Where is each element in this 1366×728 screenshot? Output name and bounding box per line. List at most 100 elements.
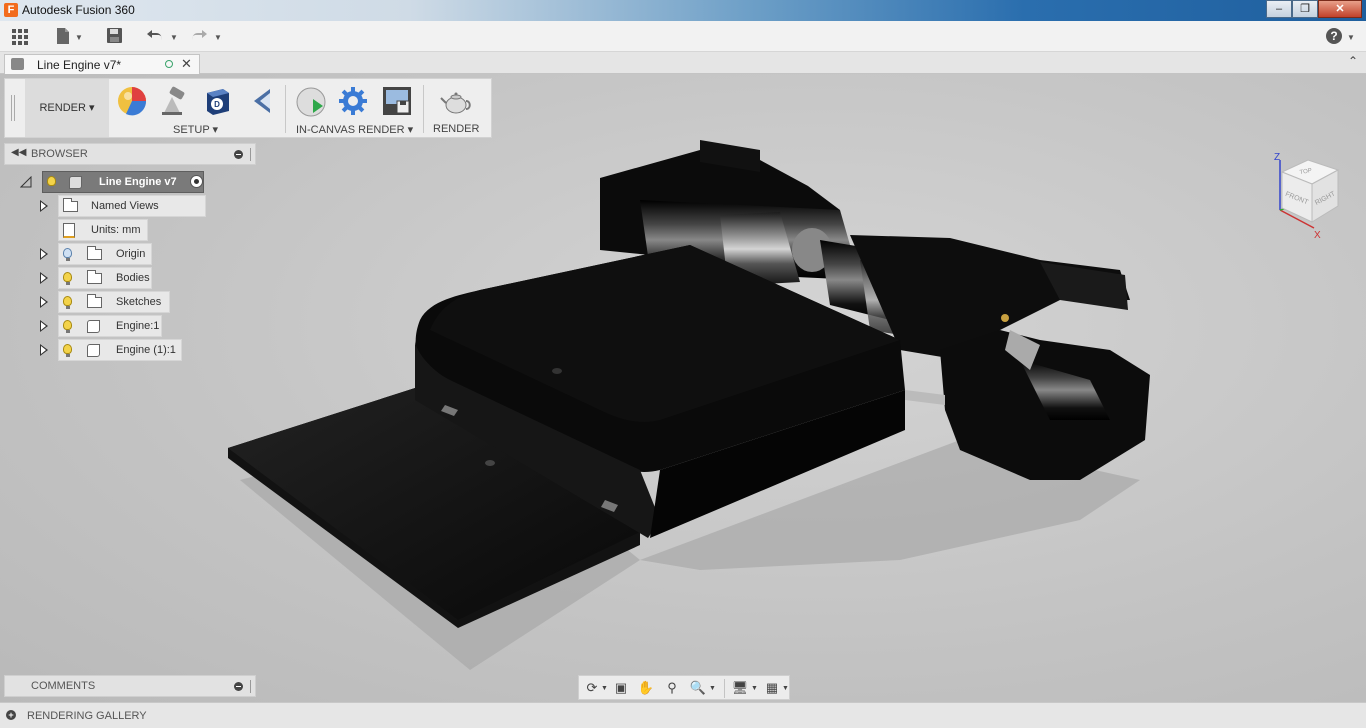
close-tab-icon[interactable]: ✕ <box>181 56 192 72</box>
window-controls: – ❐ ✕ <box>1266 0 1362 18</box>
folder-icon <box>87 270 102 284</box>
rendering-gallery-bar[interactable]: + RENDERING GALLERY <box>0 702 1366 728</box>
render-settings-gear-icon[interactable] <box>337 85 369 117</box>
quick-access-toolbar: ▼ ▼ ▼ ? ▼ <box>0 21 1366 52</box>
capture-image-icon[interactable] <box>381 85 413 117</box>
root-component-label: Line Engine v7 <box>99 176 177 188</box>
tree-item-label: Units: mm <box>91 224 141 236</box>
save-icon[interactable] <box>106 27 123 47</box>
fit-chevron-down-icon[interactable]: ▼ <box>709 685 716 692</box>
x-axis-label: X <box>1314 230 1321 238</box>
orbit-chevron-down-icon[interactable]: ▼ <box>601 685 608 692</box>
design-document-icon <box>11 58 24 70</box>
browser-root-node[interactable]: Line Engine v7 <box>42 171 204 193</box>
visibility-bulb-icon[interactable] <box>63 296 72 309</box>
undo-chevron-down-icon[interactable]: ▼ <box>170 33 178 42</box>
document-tab-bar: Line Engine v7* ✕ ⌃ <box>0 52 1366 74</box>
visibility-bulb-icon[interactable] <box>63 344 72 357</box>
grid-settings-icon[interactable]: ▦ <box>763 680 781 696</box>
engine-model <box>228 140 1150 670</box>
ribbon-grip-icon[interactable] <box>11 95 15 121</box>
visibility-bulb-icon[interactable] <box>63 272 72 285</box>
display-settings-chevron-down-icon[interactable]: ▼ <box>751 685 758 692</box>
window-title: Autodesk Fusion 360 <box>22 3 135 17</box>
minimize-button[interactable]: – <box>1266 0 1292 18</box>
document-tab[interactable]: Line Engine v7* ✕ <box>4 54 200 74</box>
browser-minimize-icon[interactable] <box>234 150 243 159</box>
visibility-bulb-icon[interactable] <box>63 248 72 261</box>
help-chevron-down-icon[interactable]: ▼ <box>1347 33 1355 42</box>
hole-1 <box>485 460 495 466</box>
navigation-toolbar: ⟳ ▼ ▣ ✋ ⚲ 🔍 ▼ 🖥 ▼ ▦ ▼ <box>578 675 790 700</box>
tree-item-label: Sketches <box>116 296 162 308</box>
panel-grip-icon[interactable] <box>250 148 253 161</box>
workspace-selector[interactable]: RENDER ▾ <box>25 79 109 137</box>
workspace-label: RENDER <box>39 102 86 114</box>
expand-triangle-icon[interactable] <box>40 320 48 332</box>
rendering-gallery-label: RENDERING GALLERY <box>27 710 147 722</box>
render-setup-icon[interactable]: D <box>201 85 233 117</box>
in-canvas-render-group-label[interactable]: IN-CANVAS RENDER ▾ <box>296 123 413 136</box>
collapse-triangle-icon[interactable] <box>20 176 32 188</box>
collapse-panel-icon[interactable]: ◀◀ <box>11 147 26 158</box>
svg-text:D: D <box>214 100 220 109</box>
expand-triangle-icon[interactable] <box>40 248 48 260</box>
comments-title: COMMENTS <box>31 680 96 692</box>
close-window-button[interactable]: ✕ <box>1318 0 1362 18</box>
z-axis-label: Z <box>1274 152 1280 163</box>
scene-settings-icon[interactable] <box>158 85 190 117</box>
expand-triangle-icon[interactable] <box>40 296 48 308</box>
file-menu-icon[interactable] <box>55 27 71 47</box>
redo-icon[interactable] <box>190 27 208 47</box>
zoom-icon[interactable]: ⚲ <box>663 680 681 696</box>
svg-text:?: ? <box>1330 29 1337 43</box>
folder-icon <box>63 198 78 212</box>
component-icon <box>87 320 100 333</box>
panel-grip-icon[interactable] <box>250 680 253 693</box>
ribbon-separator <box>423 85 424 133</box>
setup-group-label[interactable]: SETUP ▾ <box>173 123 218 136</box>
title-bar: F Autodesk Fusion 360 – ❐ ✕ <box>0 0 1366 21</box>
browser-title: BROWSER <box>31 148 88 160</box>
expand-triangle-icon[interactable] <box>40 200 48 212</box>
tree-item-label: Engine:1 <box>116 320 160 332</box>
browser-panel-header[interactable]: ◀◀ BROWSER <box>4 143 256 165</box>
tree-item-label: Engine (1):1 <box>116 344 176 356</box>
add-comment-icon[interactable] <box>234 682 243 691</box>
fit-icon[interactable]: 🔍 <box>689 680 707 696</box>
comments-panel-header[interactable]: COMMENTS <box>4 675 256 697</box>
render-group-label[interactable]: RENDER <box>433 123 479 135</box>
folder-icon <box>87 294 102 308</box>
expand-triangle-icon[interactable] <box>40 344 48 356</box>
render-teapot-icon[interactable] <box>440 85 472 117</box>
visibility-bulb-icon[interactable] <box>47 176 56 189</box>
orbit-icon[interactable]: ⟳ <box>583 680 601 696</box>
app-grid-icon[interactable] <box>10 27 30 47</box>
undo-icon[interactable] <box>146 27 164 47</box>
collapse-toolbar-icon[interactable]: ⌃ <box>1348 54 1358 68</box>
tree-item-label: Origin <box>116 248 146 260</box>
file-menu-chevron-down-icon[interactable]: ▼ <box>75 33 83 42</box>
canvas-viewport[interactable]: Z X TOP FRONT RIGHT <box>0 74 1366 702</box>
hole-2 <box>552 368 562 374</box>
toolbar-ribbon: RENDER ▾ D SETUP ▾ IN-CANVAS RENDER ▾ RE… <box>4 78 492 138</box>
expand-triangle-icon[interactable] <box>40 272 48 284</box>
pan-hand-icon[interactable]: ✋ <box>637 680 655 696</box>
appearance-icon[interactable] <box>116 85 148 117</box>
decal-icon[interactable] <box>246 85 278 117</box>
grid-settings-chevron-down-icon[interactable]: ▼ <box>782 685 789 692</box>
viewcube[interactable]: Z X TOP FRONT RIGHT <box>1268 148 1348 241</box>
document-title: Line Engine v7* <box>37 58 122 72</box>
component-icon <box>69 176 82 189</box>
help-icon[interactable]: ? <box>1325 27 1343 47</box>
redo-chevron-down-icon[interactable]: ▼ <box>214 33 222 42</box>
nav-separator <box>724 679 725 698</box>
display-settings-icon[interactable]: 🖥 <box>731 680 749 696</box>
activate-component-radio[interactable] <box>190 175 203 188</box>
expand-gallery-icon[interactable]: + <box>6 710 16 720</box>
tree-item-label: Named Views <box>91 200 159 212</box>
maximize-button[interactable]: ❐ <box>1292 0 1318 18</box>
in-canvas-render-icon[interactable] <box>295 85 327 117</box>
look-at-icon[interactable]: ▣ <box>612 680 630 696</box>
visibility-bulb-icon[interactable] <box>63 320 72 333</box>
